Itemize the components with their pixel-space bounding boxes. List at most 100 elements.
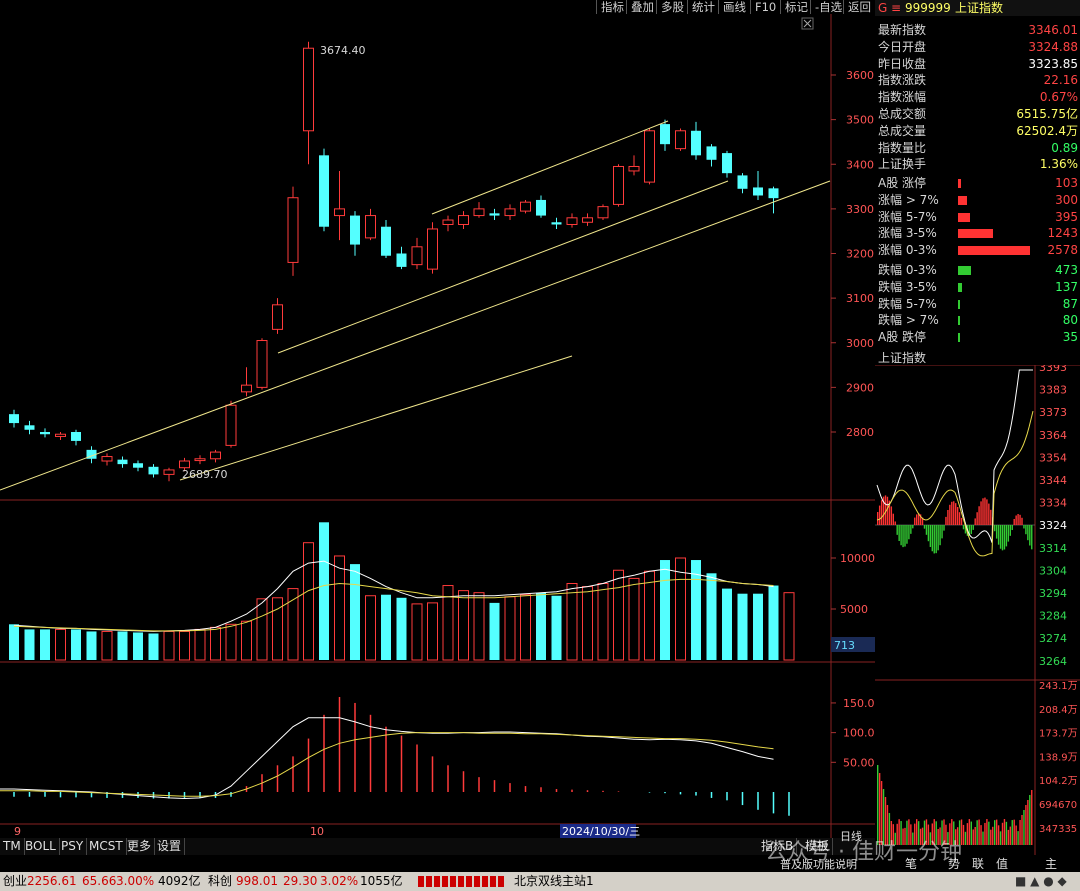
mini-breadth-bar [1031, 525, 1033, 550]
mini-breadth-bar [904, 525, 906, 547]
tab-boll[interactable]: BOLL [22, 838, 60, 855]
mini-breadth-bar [877, 512, 879, 525]
mini-breadth-bar [1013, 518, 1015, 525]
kechuang-amount: 1055亿 [360, 874, 403, 888]
mini-tab-4[interactable]: 值 [996, 855, 1008, 872]
mini-volume-bar [1023, 810, 1025, 845]
mini-volume-bar [1007, 829, 1010, 845]
candle-body [504, 208, 516, 217]
distribution-label: 跌幅 3-5% [878, 279, 937, 294]
mini-breadth-bar [896, 525, 898, 535]
toolbar-indicator-button[interactable]: 指标 [596, 0, 628, 14]
tray-icons[interactable]: ■ ▲ ● ◆ [1015, 872, 1067, 891]
mini-volume-bar [1019, 820, 1021, 845]
mini-volume-bar [1027, 800, 1029, 845]
toolbar-watchlist-button[interactable]: -自选 [810, 0, 846, 14]
distribution-label: 涨幅 3-5% [878, 226, 937, 241]
tab-more[interactable]: 更多 [124, 838, 156, 855]
mini-price-tick: 3274 [1039, 632, 1067, 645]
candle-body [365, 215, 376, 239]
volume-bar [675, 557, 686, 661]
mini-breadth-bar [994, 525, 996, 532]
distribution-value: 2578 [1047, 243, 1078, 258]
distribution-value: 87 [1062, 296, 1078, 311]
mini-breadth-bar [902, 525, 904, 548]
distribution-row: 涨幅 5-7% 395 [875, 209, 1080, 226]
candle-body [117, 459, 128, 465]
mini-breadth-bar [935, 525, 937, 554]
stat-row: 指数涨跌 22.16 [875, 72, 1080, 89]
stat-value: 3346.01 [1028, 23, 1078, 37]
candle-body [148, 466, 159, 475]
stat-label: 总成交额 [878, 107, 927, 121]
tab-tm[interactable]: TM [0, 838, 25, 855]
mini-volume-bar [1031, 790, 1033, 845]
stat-row: 总成交量 62502.4万 [875, 123, 1080, 140]
toolbar-back-button[interactable]: 返回 [843, 0, 875, 14]
candle-body [163, 469, 175, 475]
mini-breadth-bar [976, 512, 978, 525]
mini-breadth-bar [927, 525, 930, 542]
volume-bar [536, 592, 546, 660]
candle-body [566, 217, 578, 225]
kline-chart-area[interactable]: 3600 3500 3400 3300 3200 3100 3000 2900 2800 100… [0, 0, 875, 838]
mini-volume-bar [877, 765, 879, 845]
mini-breadth-bar [900, 525, 902, 546]
candle-body [536, 199, 546, 216]
kechuang-pct: 3.02% [320, 874, 359, 888]
distribution-bar [958, 333, 960, 343]
volume-bar [783, 592, 795, 661]
tab-psy[interactable]: PSY [58, 838, 88, 855]
toolbar-stats-button[interactable]: 统计 [687, 0, 719, 14]
mini-volume-bar [1001, 822, 1004, 845]
candle-body [225, 404, 237, 446]
volume-bar [582, 586, 593, 661]
candle-body [706, 146, 717, 160]
mini-breadth-bar [956, 506, 959, 525]
stat-row: 指数量比 0.89 [875, 140, 1080, 157]
mini-price-tick: 3304 [1039, 564, 1067, 577]
mini-breadth-bar [1007, 525, 1010, 542]
chuangye-pct: 3.00% [116, 874, 155, 888]
mini-price-tick: 3364 [1039, 429, 1067, 442]
mini-breadth-bar [914, 517, 916, 525]
distribution-label: A股 涨停 [878, 176, 927, 190]
mini-price-tick: 3284 [1039, 610, 1067, 623]
candle-body [210, 451, 221, 460]
stat-label: 最新指数 [878, 23, 927, 37]
stat-value: 62502.4万 [1016, 123, 1078, 138]
toolbar-multi-stock-button[interactable]: 多股 [656, 0, 688, 14]
macd-tick-label: 100.0 [843, 727, 875, 740]
menu-icon[interactable]: ≡ [891, 0, 901, 16]
tab-mcst[interactable]: MCST [86, 838, 127, 855]
candle-body [272, 304, 283, 330]
mini-volume-bar [976, 820, 978, 845]
intraday-mini-chart[interactable]: 3393 3383 3373 3364 3354 3344 3334 3324 3314 3304… [875, 365, 1080, 865]
toolbar-mark-button[interactable]: 标记 [780, 0, 812, 14]
stat-value: 3323.85 [1028, 56, 1078, 71]
mini-tab-3[interactable]: 联 [972, 855, 984, 872]
mini-breadth-bar [892, 513, 894, 525]
volume-bar [737, 593, 748, 660]
mini-breadth-bar [958, 512, 961, 525]
mini-price-tick: 3383 [1039, 384, 1067, 397]
mini-volume-bar [1015, 825, 1017, 845]
distribution-value: 80 [1062, 313, 1078, 328]
volume-bar [722, 588, 732, 660]
toolbar-overlay-button[interactable]: 叠加 [626, 0, 658, 14]
candle-body [520, 201, 531, 212]
tab-settings[interactable]: 设置 [154, 838, 186, 855]
mini-breadth-bar [955, 503, 957, 525]
candle-body [644, 130, 655, 183]
stat-row: 上证换手 1.36% [875, 156, 1080, 173]
candle-body [55, 433, 66, 437]
server-name[interactable]: 北京双线主站1 [514, 872, 594, 891]
chuangye-amount: 4092亿 [158, 874, 201, 888]
watermark-text: 公众号 · 佳财一分钟 [765, 840, 962, 865]
mini-tab-5[interactable]: 主 [1045, 855, 1057, 872]
toolbar-f10-button[interactable]: F10 [750, 0, 780, 14]
volume-bar [9, 624, 19, 660]
toolbar-draw-button[interactable]: 画线 [718, 0, 750, 14]
volume-bar [427, 602, 438, 661]
candle-body [40, 432, 50, 435]
